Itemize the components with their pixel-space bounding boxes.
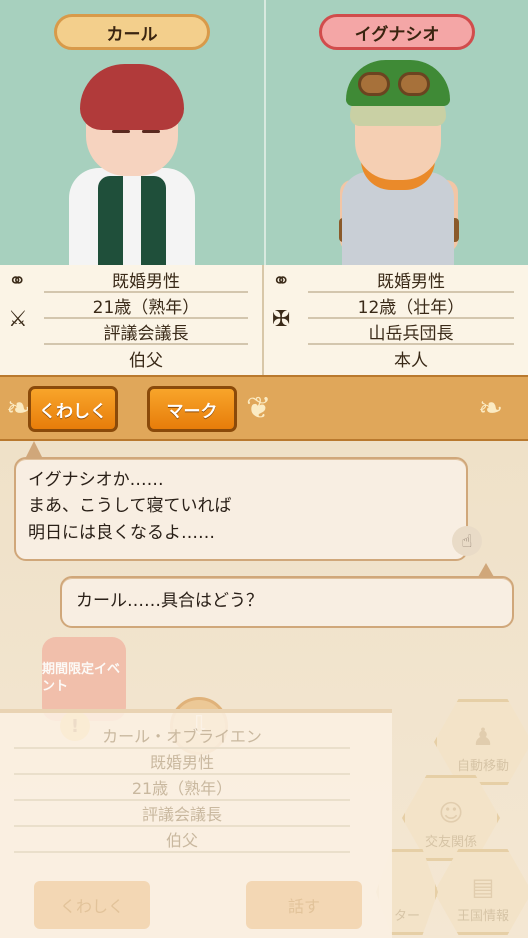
right-info: ⚭ ✠ 既婚男性 12歳（壮年） 山岳兵団長 本人 xyxy=(264,265,528,375)
left-relation: 伯父 xyxy=(129,350,163,371)
crossed-swords-icon: ⚔ xyxy=(8,307,28,332)
auto-move-label: 自動移動 xyxy=(456,759,509,774)
right-marital: 既婚男性 xyxy=(308,267,514,293)
right-character-name: イグナシオ xyxy=(319,14,475,50)
left-portrait[interactable]: カール xyxy=(0,0,264,265)
people-icon: ☺ xyxy=(438,799,464,827)
left-character-eye xyxy=(112,130,130,133)
action-bar: ❧ ❦ ❧ くわしく マーク xyxy=(0,375,528,441)
dialogue-reply: カール……具合はどう？ xyxy=(76,591,263,611)
axe-icon: ✠ xyxy=(272,307,291,332)
ornament-icon: ❧ xyxy=(478,391,504,426)
goggle-icon xyxy=(358,72,390,96)
card-details-button[interactable]: くわしく xyxy=(34,881,150,929)
kingdom-info-label: 王国情報 xyxy=(456,909,509,924)
dialogue-bubble-npc[interactable]: イグナシオか…… まあ、こうして寝ていれば 明日には良くなるよ…… xyxy=(14,457,468,561)
bubble-tail xyxy=(26,441,42,457)
card-marital: 既婚男性 xyxy=(14,749,350,775)
character-portraits: カール イグナシオ xyxy=(0,0,528,265)
left-character-name: カール xyxy=(54,14,210,50)
right-role: 山岳兵団長 xyxy=(308,319,514,345)
card-talk-button[interactable]: 話す xyxy=(246,881,362,929)
character-info: ⚭ ⚔ 既婚男性 21歳（熟年） 評議会議長 伯父 ⚭ ✠ 既婚男性 12歳（壮… xyxy=(0,265,528,375)
left-marital: 既婚男性 xyxy=(44,267,248,293)
goggle-icon xyxy=(398,72,430,96)
card-role: 評議会議長 xyxy=(14,801,350,827)
bubble-tail xyxy=(478,563,494,577)
walk-icon: ♟ xyxy=(472,723,494,751)
dialogue-line-3: 明日には良くなるよ…… xyxy=(28,522,215,543)
details-button[interactable]: くわしく xyxy=(28,386,118,432)
right-portrait[interactable]: イグナシオ xyxy=(264,0,528,265)
dialogue-bubble-player[interactable]: カール……具合はどう？ xyxy=(60,576,514,628)
ornament-icon: ❦ xyxy=(246,391,272,426)
dialogue-line-1: イグナシオか…… xyxy=(28,470,164,490)
mark-button[interactable]: マーク xyxy=(147,386,237,432)
card-relation: 伯父 xyxy=(14,827,350,853)
relations-label: 交友関係 xyxy=(424,835,477,850)
other-menu-label: ター xyxy=(393,909,420,924)
left-info: ⚭ ⚔ 既婚男性 21歳（熟年） 評議会議長 伯父 xyxy=(0,265,264,375)
ring-icon: ⚭ xyxy=(272,269,291,294)
dialogue-line-2: まあ、こうして寝ていれば xyxy=(28,496,232,517)
left-role: 評議会議長 xyxy=(44,319,248,345)
left-character-vest xyxy=(98,176,166,265)
left-character-hair xyxy=(80,64,184,130)
ring-icon: ⚭ xyxy=(8,269,27,294)
card-name: カール・オブライエン xyxy=(14,723,350,749)
left-age: 21歳（熟年） xyxy=(44,293,248,319)
left-character-eye xyxy=(142,130,160,133)
tap-icon[interactable]: ☝ xyxy=(452,526,482,556)
right-relation: 本人 xyxy=(394,350,428,371)
right-age: 12歳（壮年） xyxy=(308,293,514,319)
document-icon: ▤ xyxy=(471,873,495,901)
card-age: 21歳（熟年） xyxy=(14,775,350,801)
